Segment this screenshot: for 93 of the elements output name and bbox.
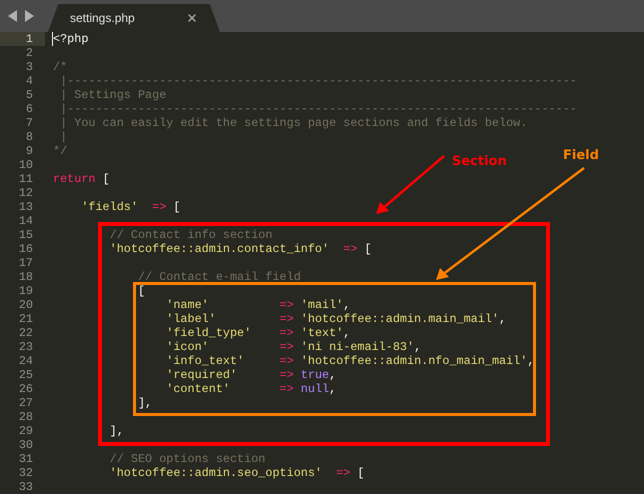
line-number: 14 [18, 214, 34, 228]
code-token: ], [136, 396, 152, 410]
line-number: 33 [18, 480, 34, 494]
code-token: 'hotcoffee::admin.seo_options' [108, 466, 322, 480]
code-token: 'ni ni-email-83' [300, 340, 414, 354]
line-number: 10 [18, 158, 34, 172]
code-token: => [335, 466, 350, 480]
code-token: , [343, 326, 350, 340]
code-token: => [278, 312, 294, 326]
line-number: 3 [24, 60, 34, 74]
code-token: ], [108, 424, 124, 438]
code-token: , [329, 368, 336, 382]
line-number: 32 [18, 466, 34, 480]
line-number: 8 [24, 130, 34, 144]
code-token: // Contact e-mail field [136, 270, 301, 284]
code-token: , [499, 312, 506, 326]
line-number: 25 [18, 368, 34, 382]
code-token: , [527, 354, 534, 368]
close-icon[interactable] [186, 12, 198, 24]
line-number: 17 [18, 256, 34, 270]
code-token: 'required' [165, 368, 238, 382]
code-token: => [342, 242, 358, 256]
code-token: => [278, 298, 294, 312]
text-cursor [52, 32, 53, 46]
code-token: => [151, 200, 166, 214]
forward-arrow-icon[interactable] [24, 10, 34, 22]
code-token: 'hotcoffee::admin.nfo_main_mail' [300, 354, 528, 368]
code-token: [ [136, 284, 146, 298]
back-arrow-icon[interactable] [8, 10, 18, 22]
line-number: 24 [18, 354, 34, 368]
code-token: , [329, 382, 336, 396]
code-token: */ [53, 144, 68, 158]
line-number: 7 [24, 116, 34, 130]
code-token: 'field_type' [165, 326, 252, 340]
line-number: 5 [24, 88, 34, 102]
line-number: 11 [18, 172, 34, 186]
code-token: [ [172, 200, 180, 214]
line-number: 6 [24, 102, 34, 116]
line-number: 28 [18, 410, 34, 424]
code-token: |------------------------------------------------------------------------ [59, 102, 577, 116]
line-number: 4 [24, 74, 34, 88]
line-number: 9 [24, 144, 34, 158]
code-token: | Settings Page [59, 88, 166, 102]
code-token: [ [364, 242, 372, 256]
code-token: , [414, 340, 422, 354]
line-number: 21 [18, 312, 34, 326]
code-token: // SEO options section [108, 452, 266, 466]
line-number: 23 [18, 340, 34, 354]
line-number: 31 [18, 452, 34, 466]
annotation-label: Section [452, 154, 507, 170]
line-number: 13 [18, 200, 34, 214]
code-token: => [278, 326, 294, 340]
line-number: 27 [18, 396, 34, 410]
code-token: , [343, 298, 350, 312]
line-number: 30 [18, 438, 34, 452]
code-token: => [278, 354, 294, 368]
line-number: 20 [18, 298, 34, 312]
line-number: 19 [18, 284, 34, 298]
code-token: | [59, 130, 68, 144]
code-token: 'mail' [300, 298, 344, 312]
line-number: 12 [18, 186, 34, 200]
code-token: [ [356, 466, 365, 480]
line-number: 26 [18, 382, 34, 396]
line-number: 15 [18, 228, 34, 242]
code-token: [ [102, 172, 110, 186]
code-token: null [300, 382, 330, 396]
line-number: 2 [24, 46, 34, 60]
line-number: 29 [18, 424, 34, 438]
code-token: 'hotcoffee::admin.main_mail' [300, 312, 500, 326]
annotation-label: Field [563, 148, 599, 164]
line-number: 1 [0, 32, 45, 46]
code-token: 'fields' [80, 200, 138, 214]
code-token: true [300, 368, 330, 382]
code-token: 'icon' [165, 340, 209, 354]
code-token: <?php [53, 32, 88, 46]
code-token: 'content' [165, 382, 230, 396]
code-token: |------------------------------------------------------------------------ [59, 74, 577, 88]
code-token: => [278, 368, 294, 382]
code-token: 'text' [300, 326, 344, 340]
code-token: => [278, 382, 294, 396]
line-number: 16 [18, 242, 34, 256]
line-number: 22 [18, 326, 34, 340]
line-number: 18 [18, 270, 34, 284]
code-token: => [278, 340, 294, 354]
file-tab[interactable]: settings.php [48, 4, 220, 32]
code-token: /* [53, 60, 68, 74]
code-token: 'hotcoffee::admin.contact_info' [108, 242, 330, 256]
code-token: | You can easily edit the settings page sections and fields below. [59, 116, 528, 130]
code-token: return [53, 172, 96, 186]
code-token: // Contact info section [108, 228, 272, 242]
code-token: 'label' [165, 312, 216, 326]
code-token: 'info_text' [165, 354, 244, 368]
code-token: 'name' [165, 298, 209, 312]
